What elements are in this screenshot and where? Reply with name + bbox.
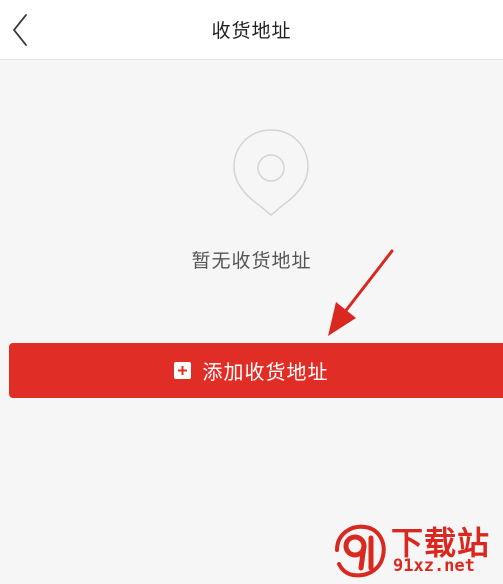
site-watermark: 下载站 91xz.net — [331, 520, 499, 580]
watermark-logo-icon — [335, 524, 386, 578]
annotation-arrow — [328, 249, 394, 336]
empty-state-message: 暂无收货地址 — [191, 250, 312, 272]
location-pin-icon — [233, 129, 309, 216]
top-bar: 收货地址 — [0, 0, 503, 60]
add-address-label: 添加收货地址 — [202, 360, 329, 384]
plus-square-icon — [173, 362, 191, 379]
page-title: 收货地址 — [211, 20, 292, 42]
add-address-button[interactable]: 添加收货地址 — [9, 343, 503, 398]
add-address-button-content: 添加收货地址 — [0, 343, 503, 398]
watermark-url: 91xz.net — [393, 556, 475, 576]
